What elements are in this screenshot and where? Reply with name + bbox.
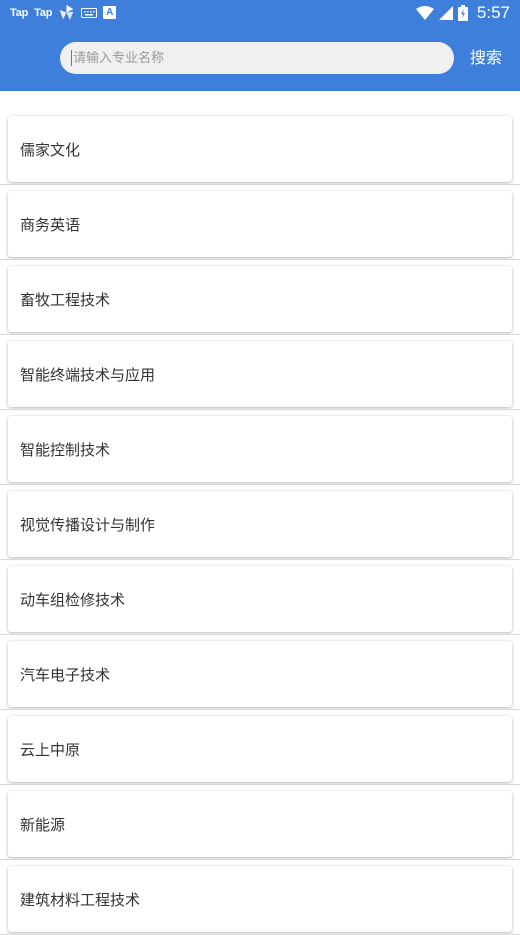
- major-card[interactable]: 云上中原: [8, 716, 512, 782]
- list-item[interactable]: 汽车电子技术: [0, 635, 520, 710]
- major-card[interactable]: 智能控制技术: [8, 416, 512, 482]
- list-item[interactable]: 新能源: [0, 785, 520, 860]
- major-name: 建筑材料工程技术: [20, 890, 141, 909]
- taptap-app-icon: Tap: [10, 6, 29, 19]
- major-card[interactable]: 视觉传播设计与制作: [8, 491, 512, 557]
- status-system: 5:57: [415, 3, 510, 23]
- list-item[interactable]: 畜牧工程技术: [0, 260, 520, 335]
- list-item[interactable]: 动车组检修技术: [0, 560, 520, 635]
- major-name: 新能源: [20, 815, 66, 834]
- major-card[interactable]: 商务英语: [8, 191, 512, 257]
- major-name: 智能控制技术: [20, 440, 111, 459]
- search-input[interactable]: [73, 50, 433, 66]
- search-button[interactable]: 搜索: [466, 46, 506, 70]
- major-card[interactable]: 汽车电子技术: [8, 641, 512, 707]
- taptap-app-icon: Tap: [34, 6, 53, 19]
- major-name: 智能终端技术与应用: [20, 365, 156, 384]
- list-item[interactable]: 智能控制技术: [0, 410, 520, 485]
- major-list: 儒家文化 商务英语 畜牧工程技术 智能终端技术与应用 智能控制技术 视觉传播设计…: [0, 110, 520, 935]
- signal-icon: [438, 6, 453, 20]
- list-item[interactable]: 商务英语: [0, 185, 520, 260]
- app-header: Tap Tap A 5:57 请输入专业名称 搜索: [0, 0, 520, 91]
- major-card[interactable]: 建筑材料工程技术: [8, 866, 512, 932]
- list-item[interactable]: 儒家文化: [0, 110, 520, 185]
- major-name: 畜牧工程技术: [20, 290, 111, 309]
- status-bar: Tap Tap A 5:57: [0, 0, 520, 28]
- major-card[interactable]: 畜牧工程技术: [8, 266, 512, 332]
- sync-icon: [59, 4, 74, 21]
- major-name: 动车组检修技术: [20, 590, 126, 609]
- battery-icon: [457, 5, 468, 21]
- list-item[interactable]: 智能终端技术与应用: [0, 335, 520, 410]
- list-item[interactable]: 云上中原: [0, 710, 520, 785]
- major-card[interactable]: 动车组检修技术: [8, 566, 512, 632]
- major-card[interactable]: 儒家文化: [8, 116, 512, 182]
- major-name: 视觉传播设计与制作: [20, 515, 156, 534]
- a-badge-icon: A: [103, 6, 117, 19]
- major-card[interactable]: 新能源: [8, 791, 512, 857]
- keyboard-icon: [81, 7, 98, 18]
- major-name: 儒家文化: [20, 140, 81, 159]
- text-cursor: [71, 50, 72, 66]
- major-name: 云上中原: [20, 740, 81, 759]
- status-notifications: Tap Tap A: [10, 4, 117, 21]
- major-card[interactable]: 智能终端技术与应用: [8, 341, 512, 407]
- list-item[interactable]: 视觉传播设计与制作: [0, 485, 520, 560]
- search-box[interactable]: [60, 42, 454, 74]
- major-name: 汽车电子技术: [20, 665, 111, 684]
- wifi-icon: [415, 6, 434, 20]
- major-name: 商务英语: [20, 215, 81, 234]
- clock: 5:57: [476, 3, 510, 22]
